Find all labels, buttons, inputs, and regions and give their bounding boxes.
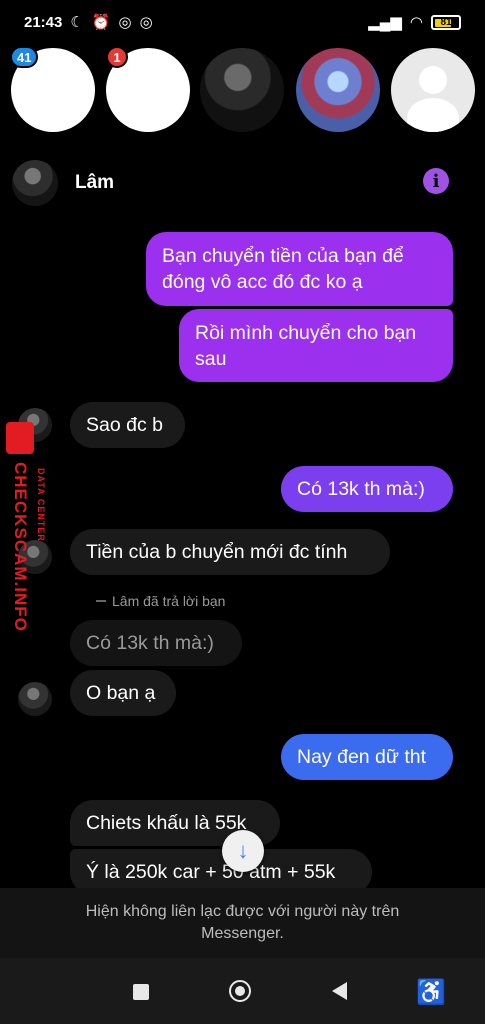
moon-icon: ☾ bbox=[70, 14, 84, 31]
status-time: 21:43 bbox=[24, 13, 63, 31]
watermark-main-text: CHECKSCAM.INFO bbox=[11, 462, 30, 632]
chat-heads-row: 41 1 bbox=[0, 44, 485, 140]
messenger-icon: ◎ bbox=[118, 14, 132, 31]
arrow-down-icon: ↓ bbox=[237, 838, 249, 863]
battery-icon: 81 bbox=[431, 14, 461, 30]
chat-header: Lâm i bbox=[0, 144, 485, 220]
quoted-message[interactable]: Có 13k th mà:) bbox=[70, 620, 242, 666]
contact-name[interactable]: Lâm bbox=[75, 172, 114, 194]
wifi-icon: ◠ bbox=[409, 14, 423, 31]
message-outgoing[interactable]: Rồi mình chuyển cho bạn sau bbox=[179, 309, 453, 382]
unavailable-notice-text: Hiện không liên lạc được với người này t… bbox=[85, 903, 400, 942]
unavailable-notice: Hiện không liên lạc được với người này t… bbox=[0, 888, 485, 958]
scroll-to-bottom-button[interactable]: ↓ bbox=[222, 830, 264, 872]
accessibility-icon[interactable]: ♿ bbox=[416, 978, 446, 1007]
chat-window: Lâm i Bạn chuyển tiền của bạn để đóng vô… bbox=[0, 144, 485, 958]
chat-head-active[interactable] bbox=[200, 48, 284, 132]
message-outgoing[interactable]: Bạn chuyển tiền của bạn để đóng vô acc đ… bbox=[146, 232, 453, 306]
reply-indicator: Lâm đã trả lời bạn bbox=[96, 593, 225, 609]
recents-icon[interactable] bbox=[133, 984, 149, 1000]
sender-avatar bbox=[18, 682, 52, 716]
alarm-icon: ⏰ bbox=[91, 14, 111, 31]
home-icon[interactable] bbox=[229, 980, 251, 1002]
system-nav-bar: ♿ bbox=[0, 958, 485, 1024]
chat-head-placeholder[interactable] bbox=[391, 48, 475, 132]
message-incoming[interactable]: O bạn ạ bbox=[70, 670, 176, 716]
status-bar: 21:43 ☾ ⏰ ◎ ◎ ▂▄▆ ◠ 81 bbox=[0, 0, 485, 44]
unread-badge: 41 bbox=[10, 46, 39, 68]
back-icon[interactable] bbox=[332, 982, 347, 1000]
watermark: CHECKSCAM.INFO DATA CENTER bbox=[4, 420, 46, 660]
message-incoming[interactable]: Tiền của b chuyển mới đc tính bbox=[70, 529, 390, 575]
message-outgoing[interactable]: Nay đen dữ tht bbox=[281, 734, 453, 780]
messenger-icon: ◎ bbox=[139, 14, 153, 31]
message-outgoing[interactable]: Có 13k th mà:) bbox=[281, 466, 453, 512]
info-icon[interactable]: i bbox=[423, 168, 449, 194]
chat-head[interactable] bbox=[296, 48, 380, 132]
active-head-pointer bbox=[233, 136, 249, 144]
message-incoming[interactable]: Sao đc b bbox=[70, 402, 185, 448]
lock-icon bbox=[6, 422, 34, 454]
unread-badge: 1 bbox=[106, 46, 128, 68]
contact-avatar[interactable] bbox=[12, 160, 58, 206]
watermark-sub-text: DATA CENTER bbox=[36, 468, 46, 542]
signal-icon: ▂▄▆ bbox=[368, 14, 402, 31]
